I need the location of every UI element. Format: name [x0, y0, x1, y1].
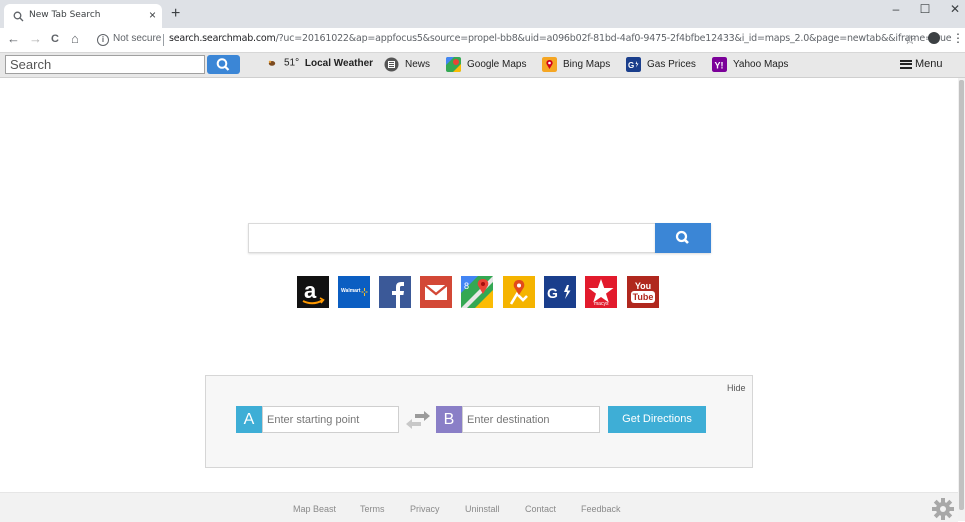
- info-icon[interactable]: i: [97, 34, 109, 46]
- bing-maps-icon: [542, 57, 557, 72]
- scrollbar-thumb[interactable]: [959, 80, 964, 510]
- browser-menu-icon[interactable]: ⋮: [952, 31, 964, 45]
- footer-link-terms[interactable]: Terms: [360, 504, 385, 514]
- maximize-button[interactable]: ☐: [915, 2, 935, 16]
- svg-text:a: a: [304, 278, 317, 303]
- shortcut-walmart[interactable]: Walmart: [338, 276, 370, 308]
- footer-link-feedback[interactable]: Feedback: [581, 504, 621, 514]
- gmail-logo-icon: [424, 284, 448, 300]
- omnibox-divider: [163, 34, 164, 46]
- tab-close-button[interactable]: ×: [149, 9, 156, 21]
- swap-arrows-icon[interactable]: [405, 411, 431, 429]
- footer-link-uninstall[interactable]: Uninstall: [465, 504, 500, 514]
- bing-maps-label: Bing Maps: [563, 59, 611, 70]
- search-icon: [675, 230, 689, 244]
- footer-link-map-beast[interactable]: Map Beast: [293, 504, 336, 514]
- url-host: search.searchmab.com: [169, 33, 276, 44]
- shortcut-youtube[interactable]: You Tube: [627, 276, 659, 308]
- get-directions-button[interactable]: Get Directions: [608, 406, 706, 433]
- search-icon: [13, 11, 24, 22]
- reload-button[interactable]: C: [51, 31, 59, 47]
- starting-point-input[interactable]: [262, 406, 399, 433]
- bookmark-star-icon[interactable]: ☆: [904, 32, 916, 48]
- shortcut-macys[interactable]: macys: [585, 276, 617, 308]
- gas-prices-link[interactable]: G Gas Prices: [626, 57, 696, 73]
- footer-link-privacy[interactable]: Privacy: [410, 504, 440, 514]
- url-text[interactable]: search.searchmab.com/?uc=20161022&ap=app…: [169, 33, 952, 44]
- toolbar-menu-label: Menu: [915, 58, 943, 70]
- google-maps-label: Google Maps: [467, 59, 527, 70]
- macys-text: macys: [594, 301, 609, 307]
- extension-toolbar: 51° Local Weather News Google Maps Bing …: [0, 53, 965, 78]
- hamburger-icon: [900, 59, 912, 69]
- facebook-logo-icon: [392, 282, 404, 308]
- browser-tab[interactable]: New Tab Search ×: [4, 4, 162, 28]
- settings-gear-icon[interactable]: [932, 498, 954, 520]
- profile-avatar-icon[interactable]: [928, 32, 940, 44]
- hide-directions-link[interactable]: Hide: [727, 383, 746, 393]
- close-window-button[interactable]: ✕: [945, 2, 965, 16]
- shortcut-facebook[interactable]: [379, 276, 411, 308]
- news-link[interactable]: News: [384, 57, 430, 73]
- shortcut-gmail[interactable]: [420, 276, 452, 308]
- new-tab-button[interactable]: +: [171, 6, 180, 22]
- svg-text:Y!: Y!: [715, 61, 724, 71]
- svg-text:8: 8: [464, 281, 469, 291]
- google-maps-logo-icon: 8: [461, 276, 493, 308]
- shortcut-amazon[interactable]: a: [297, 276, 329, 308]
- svg-text:G: G: [547, 285, 558, 301]
- destination-input[interactable]: [462, 406, 600, 433]
- gasbuddy-logo-icon: G: [547, 285, 571, 301]
- weather-link[interactable]: 51° Local Weather: [266, 57, 373, 73]
- tab-title: New Tab Search: [29, 10, 101, 20]
- security-label: Not secure: [113, 33, 162, 44]
- gas-prices-icon: G: [626, 57, 641, 72]
- browser-tab-strip: New Tab Search × + – ☐ ✕: [0, 0, 965, 28]
- weather-temp: 51°: [284, 57, 300, 69]
- news-icon: [384, 57, 399, 72]
- gas-prices-label: Gas Prices: [647, 59, 696, 70]
- shortcut-gasbuddy[interactable]: G: [544, 276, 576, 308]
- search-icon: [216, 58, 230, 71]
- bing-maps-logo-icon: [509, 280, 528, 305]
- main-search-input[interactable]: [248, 223, 655, 253]
- yahoo-maps-link[interactable]: Y! Yahoo Maps: [712, 57, 788, 73]
- bing-maps-link[interactable]: Bing Maps: [542, 57, 610, 73]
- toolbar-search-button[interactable]: [207, 55, 240, 74]
- main-search-button[interactable]: [655, 223, 711, 253]
- toolbar-menu-button[interactable]: Menu: [900, 58, 943, 70]
- address-bar[interactable]: i Not secure search.searchmab.com/?uc=20…: [91, 30, 952, 50]
- url-path: /?uc=20161022&ap=appfocus5&source=propel…: [275, 33, 952, 44]
- toolbar-search-input[interactable]: [5, 55, 205, 74]
- yahoo-maps-label: Yahoo Maps: [733, 59, 789, 70]
- news-label: News: [405, 59, 431, 70]
- destination-badge: B: [436, 406, 462, 433]
- start-point-badge: A: [236, 406, 262, 433]
- weather-icon: [268, 60, 276, 66]
- shortcut-google-maps[interactable]: 8: [461, 276, 493, 308]
- svg-text:G: G: [628, 61, 634, 70]
- youtube-text-you: You: [634, 281, 652, 291]
- page-footer: Map Beast Terms Privacy Uninstall Contac…: [0, 492, 958, 522]
- shortcut-bing-maps[interactable]: [503, 276, 535, 308]
- google-maps-icon: [446, 57, 461, 72]
- browser-toolbar: ← → C ⌂ i Not secure search.searchmab.co…: [0, 28, 965, 53]
- minimize-button[interactable]: –: [886, 2, 906, 16]
- back-button[interactable]: ←: [7, 31, 20, 47]
- walmart-text: Walmart: [341, 288, 361, 294]
- footer-link-contact[interactable]: Contact: [525, 504, 556, 514]
- yahoo-maps-icon: Y!: [712, 57, 727, 72]
- home-button[interactable]: ⌂: [71, 31, 79, 47]
- google-maps-link[interactable]: Google Maps: [446, 57, 526, 73]
- forward-button[interactable]: →: [29, 31, 42, 47]
- youtube-text-tube: Tube: [631, 291, 655, 303]
- weather-label: Local Weather: [304, 57, 374, 69]
- amazon-logo-icon: a: [302, 278, 325, 305]
